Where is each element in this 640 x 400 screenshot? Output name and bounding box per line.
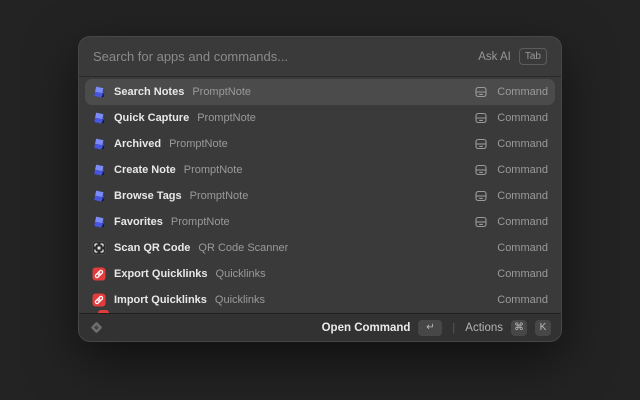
- item-type-label: Command: [497, 112, 548, 124]
- quicklinks-icon: [92, 267, 106, 281]
- item-type-label: Command: [497, 138, 548, 150]
- list-item[interactable]: Export Quicklinks Quicklinks Command: [85, 261, 555, 287]
- list-item[interactable]: Import Quicklinks Quicklinks Command: [85, 287, 555, 313]
- promptnote-app-icon: [92, 163, 106, 177]
- promptnote-app-icon: [92, 189, 106, 203]
- ask-ai-label[interactable]: Ask AI: [478, 51, 511, 63]
- promptnote-app-icon: [92, 137, 106, 151]
- promptnote-app-icon: [92, 215, 106, 229]
- item-type-label: Command: [497, 164, 548, 176]
- command-type-icon: [475, 138, 487, 150]
- list-item[interactable]: Archived PromptNote Command: [85, 131, 555, 157]
- list-item[interactable]: Quick Capture PromptNote Command: [85, 105, 555, 131]
- item-subtitle: PromptNote: [190, 190, 249, 202]
- item-subtitle: PromptNote: [192, 86, 251, 98]
- command-type-icon: [475, 164, 487, 176]
- item-subtitle: PromptNote: [184, 164, 243, 176]
- list-item[interactable]: Browse Tags PromptNote Command: [85, 183, 555, 209]
- command-type-icon: [475, 216, 487, 228]
- command-type-icon: [475, 86, 487, 98]
- item-type-label: Command: [497, 216, 548, 228]
- open-command-action[interactable]: Open Command: [322, 322, 411, 334]
- list-item[interactable]: Create Note PromptNote Command: [85, 157, 555, 183]
- list-item[interactable]: Favorites PromptNote Command: [85, 209, 555, 235]
- list-item[interactable]: Search Notes PromptNote Command: [85, 79, 555, 105]
- item-type-label: Command: [497, 242, 548, 254]
- command-type-icon: [475, 112, 487, 124]
- extension-logo-icon: [89, 320, 104, 335]
- promptnote-app-icon: [92, 85, 106, 99]
- item-subtitle: PromptNote: [169, 138, 228, 150]
- item-type-label: Command: [497, 268, 548, 280]
- item-subtitle: PromptNote: [197, 112, 256, 124]
- partially-visible-next-item-icon: [98, 310, 109, 313]
- list-item[interactable]: Scan QR Code QR Code Scanner Command: [85, 235, 555, 261]
- footer-divider: |: [452, 322, 455, 334]
- search-bar: Ask AI Tab: [79, 37, 561, 77]
- item-title: Import Quicklinks: [114, 294, 207, 306]
- item-title: Browse Tags: [114, 190, 182, 202]
- item-title: Scan QR Code: [114, 242, 190, 254]
- launcher-window: Ask AI Tab: [78, 36, 562, 342]
- tab-keycap: Tab: [519, 48, 547, 65]
- item-subtitle: Quicklinks: [216, 268, 266, 280]
- actions-menu-button[interactable]: Actions: [465, 322, 503, 334]
- quicklinks-icon: [92, 293, 106, 307]
- item-type-label: Command: [497, 190, 548, 202]
- return-keycap: ↵: [418, 320, 442, 336]
- item-type-label: Command: [497, 86, 548, 98]
- item-title: Create Note: [114, 164, 176, 176]
- item-title: Favorites: [114, 216, 163, 228]
- item-subtitle: PromptNote: [171, 216, 230, 228]
- qr-code-scanner-icon: [92, 241, 106, 255]
- cmd-keycap: ⌘: [511, 320, 527, 336]
- footer-bar: Open Command ↵ | Actions ⌘ K: [79, 313, 561, 341]
- item-title: Export Quicklinks: [114, 268, 208, 280]
- item-subtitle: QR Code Scanner: [198, 242, 288, 254]
- search-input[interactable]: [93, 49, 470, 64]
- item-type-label: Command: [497, 294, 548, 306]
- item-title: Archived: [114, 138, 161, 150]
- item-title: Quick Capture: [114, 112, 189, 124]
- results-list: Search Notes PromptNote Command: [79, 77, 561, 313]
- k-keycap: K: [535, 320, 551, 336]
- command-type-icon: [475, 190, 487, 202]
- promptnote-app-icon: [92, 111, 106, 125]
- item-subtitle: Quicklinks: [215, 294, 265, 306]
- item-title: Search Notes: [114, 86, 184, 98]
